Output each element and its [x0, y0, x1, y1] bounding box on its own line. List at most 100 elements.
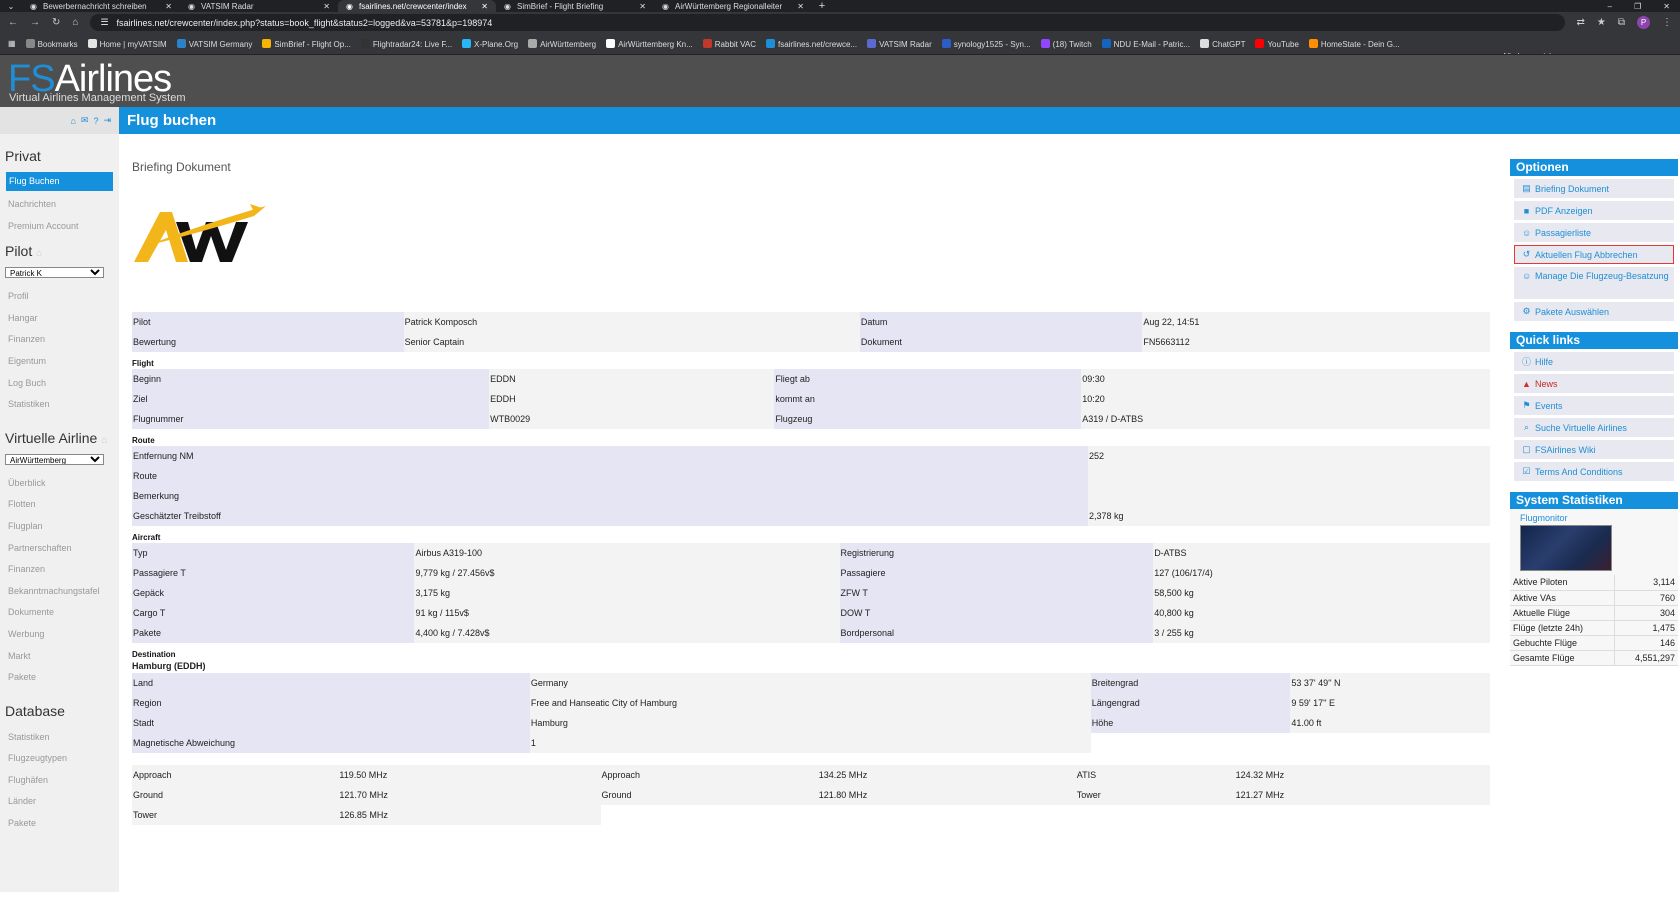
- flight-monitor-link[interactable]: Flugmonitor: [1510, 509, 1678, 523]
- option-5[interactable]: ⚙ Pakete Auswählen: [1514, 302, 1674, 321]
- bookmark-item[interactable]: AirWürttemberg Kn...: [606, 38, 693, 49]
- close-tab-icon[interactable]: ✕: [165, 2, 172, 11]
- logout-icon[interactable]: ⇥: [103, 115, 111, 126]
- option-icon: ▤: [1522, 183, 1531, 193]
- tab-2[interactable]: ◉ fsairlines.net/crewcenter/index ✕: [338, 0, 496, 12]
- bookmark-item[interactable]: Rabbit VAC: [702, 38, 756, 49]
- option-4[interactable]: ☺ Manage Die Flugzeug-Besatzung: [1514, 267, 1674, 299]
- sidebar-item-db-3[interactable]: Länder: [0, 791, 119, 813]
- sidebar-item-privat-0[interactable]: Flug Buchen: [6, 172, 113, 191]
- quick-link-0[interactable]: ⓘ Hilfe: [1514, 352, 1674, 371]
- bookmark-item[interactable]: fsairlines.net/crewce...: [765, 38, 857, 49]
- field-label: Tower: [1075, 785, 1235, 805]
- field-label: Ground: [132, 785, 339, 805]
- sidebar-item-db-1[interactable]: Flugzeugtypen: [0, 748, 119, 770]
- sidebar-item-pilot-4[interactable]: Log Buch: [0, 373, 119, 395]
- sidebar-item-pilot-3[interactable]: Eigentum: [0, 351, 119, 373]
- tab-0[interactable]: ◉ Bewerbernachricht schreiben ✕: [22, 0, 180, 12]
- table-row: Tower 126.85 MHz: [132, 805, 1490, 825]
- tab-1[interactable]: ◉ VATSIM Radar ✕: [180, 0, 338, 12]
- bookmark-item[interactable]: AirWürttemberg: [528, 38, 596, 49]
- extensions-icon[interactable]: ⧉: [1618, 17, 1625, 28]
- close-window-icon[interactable]: ✕: [1663, 2, 1670, 11]
- option-3[interactable]: ↺ Aktuellen Flug Abbrechen: [1514, 245, 1674, 264]
- sidebar-item-db-2[interactable]: Flughäfen: [0, 770, 119, 792]
- sidebar-item-pilot-2[interactable]: Finanzen: [0, 329, 119, 351]
- field-label: Beginn: [132, 369, 490, 389]
- reload-icon[interactable]: ↻: [52, 17, 60, 28]
- sidebar-item-va-4[interactable]: Finanzen: [0, 559, 119, 581]
- maximize-icon[interactable]: ❐: [1634, 2, 1641, 11]
- sidebar-item-va-5[interactable]: Bekanntmachungstafel: [0, 581, 119, 603]
- sidebar-item-va-7[interactable]: Werbung: [0, 624, 119, 646]
- bookmark-item[interactable]: VATSIM Radar: [867, 38, 932, 49]
- bookmark-item[interactable]: (18) Twitch: [1040, 38, 1092, 49]
- sidebar-item-va-2[interactable]: Flugplan: [0, 516, 119, 538]
- quick-link-5[interactable]: ☑ Terms And Conditions: [1514, 462, 1674, 481]
- sidebar-item-va-3[interactable]: Partnerschaften: [0, 538, 119, 560]
- home-icon[interactable]: ⌂: [70, 116, 75, 126]
- bookmark-item[interactable]: X-Plane.Org: [462, 38, 518, 49]
- sidebar-item-va-1[interactable]: Flotten: [0, 494, 119, 516]
- sidebar-item-va-0[interactable]: Überblick: [0, 473, 119, 495]
- messages-icon[interactable]: ✉: [81, 115, 89, 126]
- all-bookmarks[interactable]: Alle Lesezeichen: [1502, 33, 1672, 55]
- home-icon[interactable]: ⌂: [72, 17, 78, 28]
- pilot-select[interactable]: Patrick K: [5, 267, 104, 279]
- bookmark-item[interactable]: Flightradar24: Live F...: [360, 38, 452, 49]
- sidebar-item-privat-2[interactable]: Premium Account: [0, 216, 119, 238]
- close-tab-icon[interactable]: ✕: [323, 2, 330, 11]
- va-select[interactable]: AirWürttemberg: [5, 453, 104, 465]
- label: Pilot: [132, 312, 404, 332]
- close-tab-icon[interactable]: ✕: [639, 2, 646, 11]
- tab-3[interactable]: ◉ SimBrief - Flight Briefing ✕: [496, 0, 654, 12]
- quick-link-1[interactable]: ▲ News: [1514, 374, 1674, 393]
- apps-icon[interactable]: ▦: [8, 39, 16, 48]
- star-icon[interactable]: ★: [1597, 17, 1606, 28]
- bookmark-item[interactable]: SimBrief - Flight Op...: [262, 38, 351, 49]
- bookmark-item[interactable]: NDU E-Mail - Patric...: [1101, 38, 1190, 49]
- stat-value: 1,475: [1613, 620, 1678, 636]
- field-value: 134.25 MHz: [817, 765, 1076, 785]
- sidebar-item-db-0[interactable]: Statistiken: [0, 727, 119, 749]
- help-icon[interactable]: ?: [93, 116, 98, 126]
- bookmark-item[interactable]: Home | myVATSIM: [87, 38, 167, 49]
- site-info-icon[interactable]: ☰: [100, 17, 108, 28]
- close-tab-icon[interactable]: ✕: [797, 2, 804, 11]
- sidebar-item-privat-1[interactable]: Nachrichten: [0, 194, 119, 216]
- minimize-icon[interactable]: –: [1608, 2, 1612, 11]
- translate-icon[interactable]: ⇄: [1577, 17, 1585, 28]
- option-1[interactable]: ■ PDF Anzeigen: [1514, 201, 1674, 220]
- bookmark-item[interactable]: Bookmarks: [25, 38, 78, 49]
- tab-favicon: ◉: [30, 1, 37, 11]
- profile-avatar[interactable]: P: [1637, 16, 1650, 29]
- back-icon[interactable]: ←: [8, 17, 18, 28]
- quick-link-4[interactable]: ▢ FSAirlines Wiki: [1514, 440, 1674, 459]
- flight-monitor-map[interactable]: [1520, 525, 1612, 571]
- close-tab-icon[interactable]: ✕: [481, 2, 488, 11]
- sidebar-item-va-9[interactable]: Pakete: [0, 667, 119, 689]
- new-tab-button[interactable]: +: [812, 0, 832, 12]
- field-value: Free and Hanseatic City of Hamburg: [529, 693, 1091, 713]
- bookmark-item[interactable]: HomeState - Dein G...: [1308, 38, 1400, 49]
- quick-link-3[interactable]: ⌕ Suche Virtuelle Airlines: [1514, 418, 1674, 437]
- sidebar-section-database: Database: [5, 702, 65, 719]
- quick-link-2[interactable]: ⚑ Events: [1514, 396, 1674, 415]
- sidebar-item-db-4[interactable]: Pakete: [0, 813, 119, 835]
- url-field[interactable]: ☰ fsairlines.net/crewcenter/index.php?sta…: [90, 14, 1565, 31]
- bookmark-item[interactable]: VATSIM Germany: [176, 38, 252, 49]
- sidebar-item-pilot-5[interactable]: Statistiken: [0, 394, 119, 416]
- tab-4[interactable]: ◉ AirWürttemberg Regionalleiter ✕: [654, 0, 812, 12]
- bookmark-item[interactable]: ChatGPT: [1200, 38, 1245, 49]
- option-0[interactable]: ▤ Briefing Dokument: [1514, 179, 1674, 198]
- forward-icon[interactable]: →: [30, 17, 40, 28]
- menu-icon[interactable]: ⋮: [1662, 17, 1672, 28]
- sidebar-item-va-8[interactable]: Markt: [0, 646, 119, 668]
- tab-list-icon[interactable]: ⌄: [0, 2, 22, 11]
- sidebar-item-pilot-1[interactable]: Hangar: [0, 308, 119, 330]
- sidebar-item-va-6[interactable]: Dokumente: [0, 602, 119, 624]
- bookmark-item[interactable]: synology1525 - Syn...: [941, 38, 1031, 49]
- option-2[interactable]: ☺ Passagierliste: [1514, 223, 1674, 242]
- bookmark-item[interactable]: YouTube: [1255, 38, 1299, 49]
- sidebar-item-pilot-0[interactable]: Profil: [0, 286, 119, 308]
